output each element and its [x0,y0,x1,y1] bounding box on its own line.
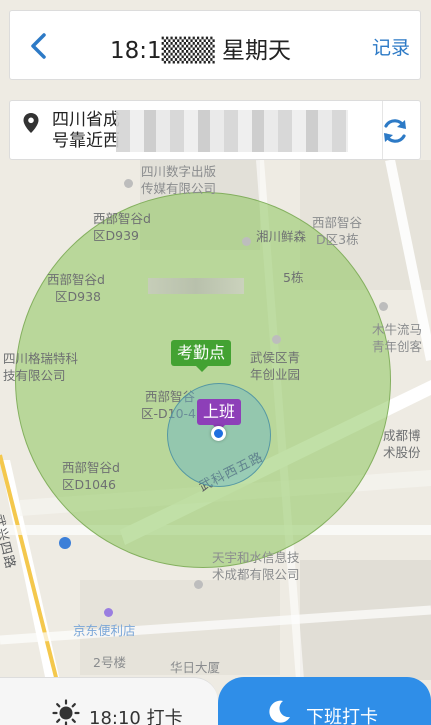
map-label: 成都博 [383,428,421,443]
address-line-2: 号靠近西 [52,131,120,151]
blurred-map-label [148,278,244,294]
refresh-icon[interactable] [378,114,412,148]
current-location-dot [211,426,226,441]
poi-icon [124,179,133,188]
page-title: 18:1▒▒▒ 星期天 [110,38,292,64]
map-label: 术成都有限公司 [212,567,300,582]
poi-icon [194,580,203,589]
map-label: 青年创客 [372,339,423,354]
map-label: 技有限公司 [3,368,66,383]
map-label: 京东便利店 [73,623,136,638]
map-label: 年创业园 [250,367,301,382]
map-label: 湘川鲜森 [256,229,307,244]
map-label: 四川数字出版 [141,164,217,179]
map-label: 区D939 [93,228,139,243]
map-label: 华日大厦 [170,660,221,675]
bottom-action-bar: 18:10 打卡 下班打卡 [0,677,431,725]
checkout-label: 下班打卡 [306,707,378,725]
map-label: 天宇和水信息技 [212,550,300,565]
map-label: 传媒有限公司 [141,181,217,196]
map-label: D区3栋 [316,232,359,247]
map-label: 西部智谷d [93,211,151,226]
checkin-button[interactable]: 18:10 打卡 [0,677,218,725]
checkin-label: 18:10 打卡 [89,708,183,725]
attendance-range-circle [15,192,391,568]
map-label: 四川格瑞特科 [3,351,79,366]
map-label: 术股份 [383,445,421,460]
record-button[interactable]: 记录 [372,33,410,60]
map-label: 西部智谷d [62,460,120,475]
map-label: 西部智谷 [312,215,363,230]
map-label: 西部智谷d [47,272,105,287]
address-line-1: 四川省成 [52,110,120,130]
map-label: 区D938 [55,289,101,304]
chevron-left-icon[interactable] [24,29,54,63]
checkout-button[interactable]: 下班打卡 [218,677,431,725]
map-label: 木牛流马 [372,322,423,337]
moon-icon [269,700,290,723]
sun-icon [52,699,80,725]
location-pin-icon [23,113,39,133]
map-label: 2号楼 [93,655,126,670]
top-bar: 18:1▒▒▒ 星期天 记录 [9,10,421,80]
poi-icon [242,237,251,246]
shop-icon [104,608,113,617]
parking-icon [59,537,71,549]
blurred-address [116,110,348,152]
address-text: 四川省成 号靠近西 [52,110,120,152]
address-bar: 四川省成 号靠近西 [9,100,421,160]
map-label: 武侯区青 [250,350,301,365]
work-checkin-marker[interactable]: 上班 [197,399,242,431]
map-label: 区D1046 [62,477,116,492]
poi-icon [379,302,388,311]
attendance-point-marker[interactable]: 考勤点 [171,340,232,372]
poi-icon [272,335,281,344]
map-label: 5栋 [283,270,304,285]
